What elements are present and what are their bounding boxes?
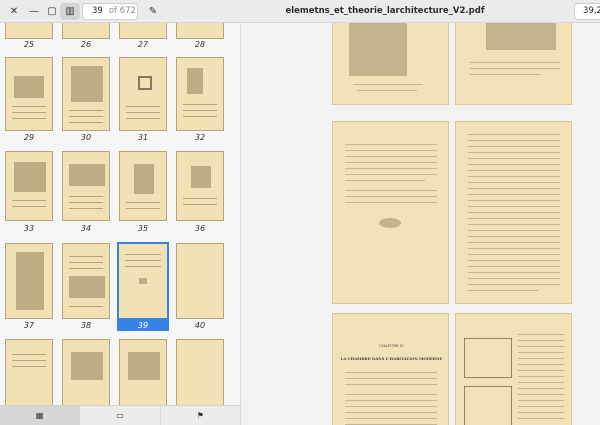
zoom-level[interactable]: 39,2% — [574, 3, 600, 20]
document-page — [332, 23, 449, 105]
thumbnail-page-27[interactable] — [119, 23, 167, 39]
thumbnail-page-34[interactable] — [62, 151, 110, 221]
chapter-subheading: LA CHAMBRE DANS L'HABITATION MODERNE — [340, 356, 443, 361]
thumbnail-label: 31 — [137, 133, 149, 142]
thumbnail-label: 38 — [80, 321, 92, 330]
thumbnail-page-26[interactable] — [62, 23, 110, 39]
thumbnail-page-40[interactable] — [176, 243, 224, 319]
thumbnail-page-30[interactable] — [62, 57, 110, 131]
header-bar: ✕ — ▢ ▥ 39 of 672 ✎ elemetns_et_theorie_l… — [0, 0, 600, 23]
thumbnail-page-38[interactable] — [62, 243, 110, 319]
thumbnail-label-selected: 39 — [117, 320, 169, 331]
thumbnail-page-31[interactable] — [119, 57, 167, 131]
sidebar-tabs: ▦ ▭ ⚑ — [0, 405, 241, 425]
thumbnail-label: 30 — [80, 133, 92, 142]
thumbnail-label: 32 — [194, 133, 206, 142]
document-page — [455, 121, 572, 304]
close-icon[interactable]: ✕ — [4, 3, 24, 20]
thumbnail-label: 37 — [23, 321, 35, 330]
maximize-icon[interactable]: ▢ — [42, 3, 62, 20]
current-page: 39 — [92, 6, 103, 16]
thumbnail-label: 33 — [23, 224, 35, 233]
sidebar-icon[interactable]: ▥ — [60, 3, 80, 20]
thumbnail-label: 29 — [23, 133, 35, 142]
bookmark-icon[interactable]: ⚑ — [161, 406, 241, 425]
annotations-icon[interactable]: ▭ — [80, 406, 161, 425]
thumbnail-page-39[interactable] — [117, 242, 169, 320]
thumbnail-page-33[interactable] — [5, 151, 53, 221]
thumbnail-page-25[interactable] — [5, 23, 53, 39]
grid-icon[interactable]: ▦ — [0, 406, 81, 425]
document-view[interactable]: CHAPITRE IV LA CHAMBRE DANS L'HABITATION… — [242, 23, 600, 425]
thumbnail-label: 36 — [194, 224, 206, 233]
page-count: of 672 — [108, 6, 136, 16]
thumbnail-page-37[interactable] — [5, 243, 53, 319]
thumbnail-label: 35 — [137, 224, 149, 233]
thumbnail-label: 28 — [194, 40, 206, 49]
document-title: elemetns_et_theorie_larchitecture_V2.pdf — [285, 6, 485, 16]
pencil-icon[interactable]: ✎ — [143, 3, 163, 20]
document-page — [455, 313, 572, 425]
thumbnail-page-35[interactable] — [119, 151, 167, 221]
thumbnail-page-36[interactable] — [176, 151, 224, 221]
thumbnail-label: 40 — [194, 321, 206, 330]
thumbnail-page-29[interactable] — [5, 57, 53, 131]
document-page — [332, 121, 449, 304]
document-page — [455, 23, 572, 105]
thumbnail-label: 25 — [23, 40, 35, 49]
document-page: CHAPITRE IV LA CHAMBRE DANS L'HABITATION… — [332, 313, 449, 425]
chapter-heading: CHAPITRE IV — [379, 344, 404, 348]
thumbnail-page-32[interactable] — [176, 57, 224, 131]
thumbnail-label: 27 — [137, 40, 149, 49]
thumbnail-page-28[interactable] — [176, 23, 224, 39]
thumbnail-label: 26 — [80, 40, 92, 49]
page-number-input[interactable]: 39 of 672 — [82, 3, 138, 20]
thumbnail-sidebar[interactable]: 25 26 27 28 29 30 31 32 33 34 35 36 37 3… — [0, 23, 241, 425]
thumbnail-label: 34 — [80, 224, 92, 233]
minimize-icon[interactable]: — — [24, 3, 44, 20]
